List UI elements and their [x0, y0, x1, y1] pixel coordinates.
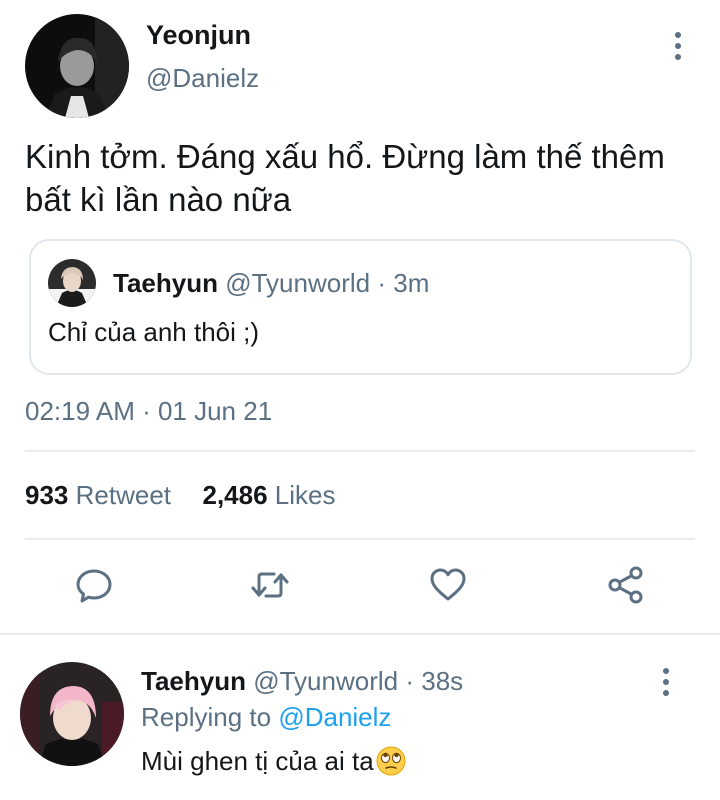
- like-button[interactable]: [428, 565, 468, 605]
- eye-roll-emoji-icon: [376, 746, 406, 776]
- quoted-author-avatar[interactable]: [48, 259, 96, 307]
- retweet-button[interactable]: [250, 565, 290, 605]
- reply-separator: ·: [405, 666, 415, 696]
- retweet-label[interactable]: Retweet: [76, 480, 171, 510]
- quoted-time: 3m: [393, 268, 430, 298]
- quoted-separator: ·: [377, 268, 387, 298]
- share-button[interactable]: [606, 565, 646, 605]
- reply-text-line: Mùi ghen tị của ai ta: [141, 745, 407, 777]
- tweet-text: Kinh tởm. Đáng xấu hổ. Đừng làm thế thêm…: [25, 138, 665, 218]
- divider: [25, 450, 695, 452]
- divider: [25, 538, 695, 540]
- author-avatar[interactable]: [25, 14, 129, 118]
- comment-icon: [76, 569, 112, 603]
- author-name[interactable]: Yeonjun: [146, 20, 251, 51]
- quoted-tweet-header: Taehyun @Tyunworld · 3m: [113, 268, 429, 299]
- like-count[interactable]: 2,486: [202, 480, 267, 510]
- reply-author-handle[interactable]: @Tyunworld: [253, 666, 398, 696]
- retweet-icon: [251, 572, 289, 598]
- reply-text: Mùi ghen tị của ai ta: [141, 746, 374, 776]
- quoted-tweet-card[interactable]: Taehyun @Tyunworld · 3m Chỉ của anh thôi…: [29, 239, 692, 375]
- reply-time: 38s: [421, 666, 464, 696]
- quoted-tweet-text: Chỉ của anh thôi ;): [48, 317, 260, 347]
- tweet-stats: 933 Retweet 2,486 Likes: [25, 480, 336, 511]
- replying-to-prefix: Replying to: [141, 702, 272, 732]
- tweet-timestamp: 02:19 AM · 01 Jun 21: [25, 396, 273, 426]
- replying-to-handle-link[interactable]: @Danielz: [278, 702, 391, 732]
- more-options-icon[interactable]: [654, 664, 678, 700]
- reply-author-avatar[interactable]: [20, 662, 124, 766]
- divider: [0, 633, 720, 635]
- reply-author-name[interactable]: Taehyun: [141, 666, 246, 696]
- share-icon: [608, 566, 643, 604]
- more-options-icon[interactable]: [666, 28, 690, 64]
- reply-header: Taehyun @Tyunworld · 38s: [141, 666, 463, 697]
- retweet-count[interactable]: 933: [25, 480, 68, 510]
- quoted-author-handle: @Tyunworld: [225, 268, 371, 298]
- author-handle[interactable]: @Danielz: [146, 63, 259, 94]
- quoted-author-name: Taehyun: [113, 268, 218, 298]
- replying-to-line: Replying to @Danielz: [141, 702, 391, 733]
- heart-icon: [430, 568, 466, 601]
- like-label[interactable]: Likes: [275, 480, 336, 510]
- reply-button[interactable]: [74, 565, 114, 605]
